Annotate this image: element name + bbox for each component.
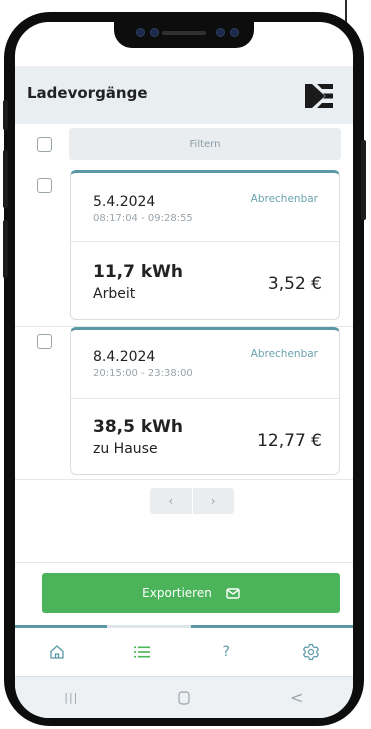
status-badge: Abrechenbar — [250, 193, 318, 205]
sensor-icon — [216, 28, 225, 37]
select-all-checkbox[interactable] — [37, 137, 52, 152]
notch — [114, 22, 254, 48]
section-separator — [15, 562, 353, 563]
home-icon — [50, 645, 64, 659]
card-divider — [71, 398, 339, 399]
nav-help[interactable]: ? — [184, 628, 269, 676]
page-title: Ladevorgänge — [27, 84, 148, 102]
session-card[interactable]: 8.4.2024 20:15:00 - 23:38:00 Abrechenbar… — [70, 327, 340, 475]
home-button[interactable] — [128, 677, 241, 718]
session-date: 5.4.2024 — [93, 194, 156, 210]
recents-button[interactable]: ||| — [15, 677, 128, 718]
session-energy: 38,5 kWh — [93, 417, 184, 437]
filter-button[interactable]: Filtern — [69, 128, 341, 160]
session-price: 12,77 € — [257, 431, 322, 451]
settings-icon — [302, 643, 319, 661]
export-button[interactable]: Exportieren — [42, 573, 340, 613]
camera-icon — [136, 28, 145, 37]
pagination: ‹ › — [150, 488, 234, 514]
nav-settings[interactable] — [269, 628, 354, 676]
prev-page-button[interactable]: ‹ — [150, 488, 192, 514]
session-price: 3,52 € — [267, 274, 322, 294]
session-checkbox[interactable] — [37, 334, 52, 349]
session-energy: 11,7 kWh — [93, 262, 184, 282]
session-time: 20:15:00 - 23:38:00 — [93, 368, 193, 379]
home-square-icon — [178, 690, 190, 705]
camera-icon — [230, 28, 239, 37]
status-badge: Abrechenbar — [250, 348, 318, 360]
session-location: zu Hause — [93, 441, 158, 457]
session-checkbox[interactable] — [37, 178, 52, 193]
volume-up-button — [3, 150, 8, 208]
session-card[interactable]: 5.4.2024 08:17:04 - 09:28:55 Abrechenbar… — [70, 170, 340, 320]
mail-icon — [226, 587, 240, 599]
speaker-grille — [162, 31, 206, 35]
card-divider — [71, 241, 339, 242]
list-separator — [15, 479, 353, 480]
list-icon — [133, 646, 150, 658]
volume-down-button — [3, 220, 8, 278]
next-page-button[interactable]: › — [193, 488, 235, 514]
system-nav-bar: ||| < — [15, 676, 353, 718]
export-label: Exportieren — [142, 586, 212, 600]
sensor-icon — [150, 28, 159, 37]
nav-list[interactable] — [100, 628, 185, 676]
mute-button — [3, 100, 8, 130]
brand-logo — [305, 84, 333, 108]
phone-screen: Ladevorgänge Filtern 5.4.2024 08:17:04 -… — [15, 22, 353, 718]
session-time: 08:17:04 - 09:28:55 — [93, 213, 193, 224]
session-date: 8.4.2024 — [93, 349, 156, 365]
power-button — [361, 140, 366, 220]
back-button[interactable]: < — [240, 677, 353, 718]
session-location: Arbeit — [93, 286, 136, 302]
help-icon: ? — [222, 644, 230, 660]
bottom-nav: ? — [15, 628, 353, 676]
nav-home[interactable] — [15, 628, 100, 676]
